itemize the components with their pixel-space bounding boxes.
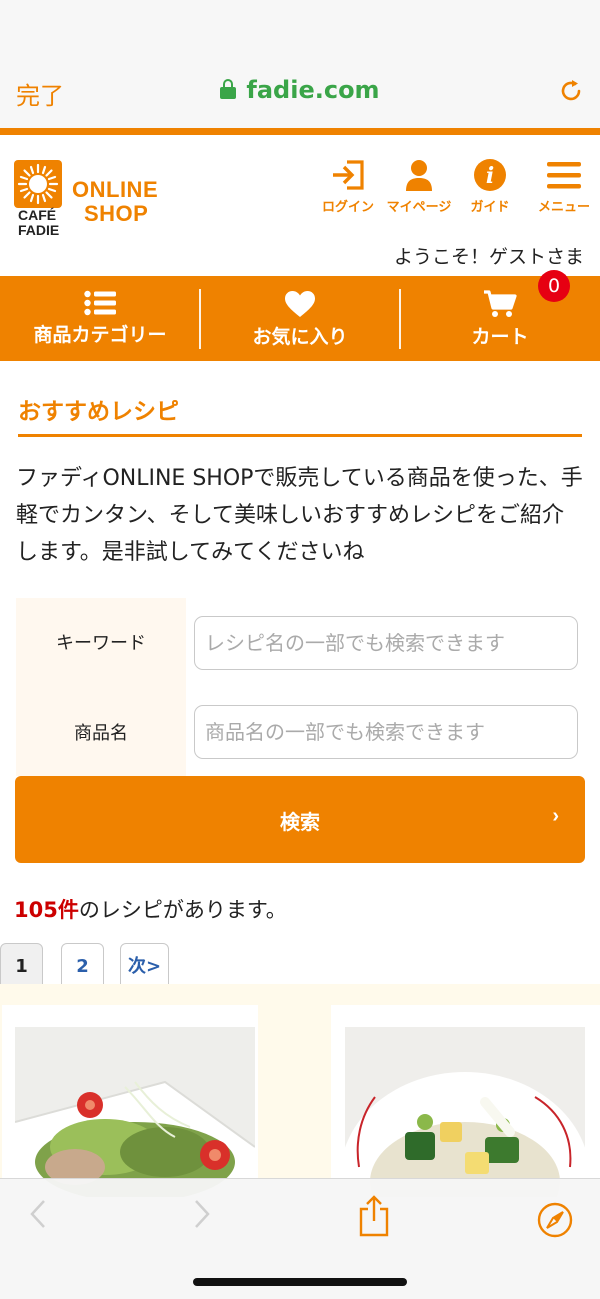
forward-icon[interactable] bbox=[190, 1197, 214, 1231]
lock-icon bbox=[220, 79, 237, 99]
favorites-label: お気に入り bbox=[252, 326, 348, 348]
search-button-label: 検索 bbox=[280, 812, 320, 834]
share-icon[interactable] bbox=[358, 1195, 390, 1237]
recipe-image-salad bbox=[15, 1027, 255, 1197]
cart-button[interactable]: カート bbox=[400, 276, 600, 361]
compass-icon[interactable] bbox=[536, 1201, 574, 1239]
recipe-card[interactable] bbox=[2, 1005, 258, 1205]
section-divider bbox=[18, 434, 582, 437]
cart-label: カート bbox=[471, 326, 529, 348]
home-indicator bbox=[193, 1278, 407, 1286]
result-count-suffix: のレシピがあります。 bbox=[78, 898, 287, 922]
category-bar: 商品カテゴリー お気に入り カート bbox=[0, 276, 600, 361]
product-name-label: 商品名 bbox=[74, 723, 128, 744]
url-text: fadie.com bbox=[246, 76, 380, 104]
recipe-image-soup bbox=[345, 1027, 585, 1197]
url-display[interactable]: fadie.com bbox=[0, 76, 600, 104]
search-button[interactable]: 検索 › bbox=[15, 776, 585, 863]
cafe-fadie-logo[interactable] bbox=[14, 160, 62, 208]
guide-button[interactable]: i ガイド bbox=[464, 158, 516, 215]
hamburger-icon bbox=[547, 162, 581, 189]
back-icon[interactable] bbox=[26, 1197, 50, 1231]
sun-icon bbox=[17, 163, 59, 205]
mypage-label: マイページ bbox=[386, 200, 452, 215]
login-button[interactable]: ログイン bbox=[316, 158, 380, 215]
list-icon bbox=[84, 290, 116, 316]
section-intro: ファディONLINE SHOPで販売している商品を使った、手軽でカンタン、そして… bbox=[16, 466, 583, 565]
recipe-card[interactable] bbox=[331, 1005, 600, 1205]
login-label: ログイン bbox=[321, 200, 374, 215]
logo-wordmark: CAFÉ FADIE bbox=[18, 207, 60, 238]
heart-icon bbox=[285, 291, 315, 317]
browser-address-bar: 完了 fadie.com bbox=[0, 0, 600, 128]
section-title: おすすめレシピ bbox=[18, 399, 179, 425]
user-icon bbox=[406, 160, 432, 191]
login-icon bbox=[333, 160, 364, 190]
svg-text:i: i bbox=[486, 163, 494, 189]
reload-icon[interactable] bbox=[558, 78, 584, 104]
result-count: 105件のレシピがあります。 bbox=[14, 894, 287, 924]
favorites-button[interactable]: お気に入り bbox=[200, 276, 400, 361]
menu-button[interactable]: メニュー bbox=[534, 158, 594, 215]
result-count-number: 105件 bbox=[14, 898, 79, 922]
info-icon: i bbox=[474, 159, 506, 191]
menu-label: メニュー bbox=[537, 200, 590, 215]
keyword-label: キーワード bbox=[56, 633, 146, 654]
welcome-message: ようこそ！ゲストさま bbox=[393, 246, 584, 268]
online-shop-wordmark: ONLINE SHOP bbox=[72, 177, 159, 226]
guide-label: ガイド bbox=[470, 200, 510, 215]
chevron-right-icon: › bbox=[552, 805, 559, 827]
keyword-input[interactable] bbox=[194, 616, 578, 670]
product-name-input[interactable] bbox=[194, 705, 578, 759]
header-rule bbox=[0, 128, 600, 135]
categories-button[interactable]: 商品カテゴリー bbox=[0, 276, 200, 361]
categories-label: 商品カテゴリー bbox=[33, 324, 167, 346]
mypage-button[interactable]: マイページ bbox=[384, 158, 454, 215]
cart-count-badge: 0 bbox=[538, 270, 570, 302]
form-label-column bbox=[16, 598, 186, 776]
cart-icon bbox=[484, 290, 517, 317]
